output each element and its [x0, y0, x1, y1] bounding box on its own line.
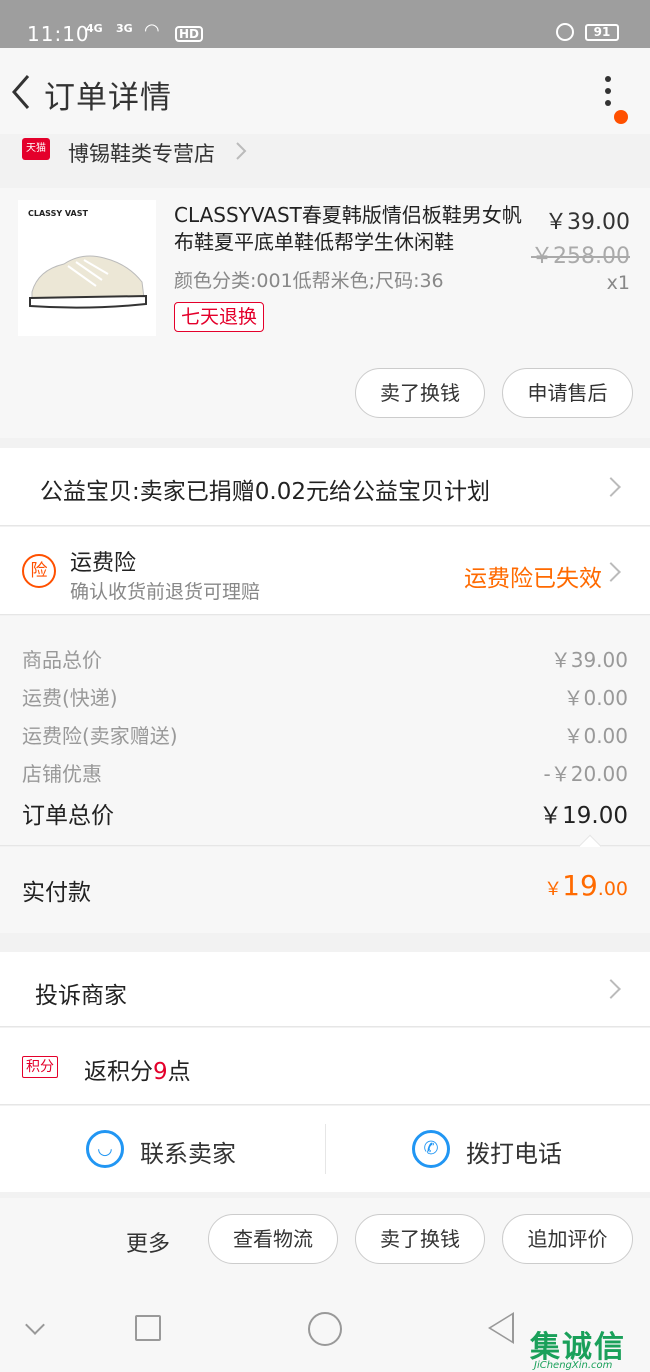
points-text: 返积分9点: [84, 1052, 191, 1086]
price-value: ￥0.00: [563, 686, 628, 710]
paid-decimal: .00: [597, 878, 628, 900]
resell-button[interactable]: 卖了换钱: [355, 1214, 485, 1264]
product-spec: 颜色分类:001低帮米色;尺码:36: [174, 270, 444, 292]
wifi-icon: ◠: [144, 20, 160, 41]
shipping-insurance-row[interactable]: 险 运费险 确认收货前退货可理赔 运费险已失效: [0, 527, 650, 615]
paid-value: ￥19.00: [544, 869, 628, 902]
page-title: 订单详情: [44, 80, 172, 116]
paid-integer: 19: [562, 869, 598, 902]
product-quantity: x1: [606, 272, 630, 294]
price-summary: 商品总价 ￥39.00 运费(快递) ￥0.00 运费险(卖家赠送) ￥0.00…: [0, 616, 650, 858]
product-image[interactable]: CLASSY VAST: [18, 200, 156, 336]
product-price: ￥39.00: [545, 210, 630, 235]
watermark-logo: 集诚信 JiChengXin.com: [530, 1322, 650, 1372]
back-icon[interactable]: [8, 72, 36, 112]
insurance-status: 运费险已失效: [464, 566, 602, 592]
more-menu-icon[interactable]: [598, 72, 618, 112]
order-total-label: 订单总价: [22, 803, 114, 829]
price-label: 商品总价: [22, 648, 102, 672]
complain-label: 投诉商家: [35, 983, 127, 1009]
battery-icon: 91: [585, 24, 619, 41]
chevron-right-icon: [601, 477, 621, 497]
collapse-icon[interactable]: [25, 1315, 45, 1335]
insurance-title: 运费险: [70, 551, 137, 576]
chevron-right-icon: [601, 562, 621, 582]
recents-icon[interactable]: [135, 1315, 161, 1341]
charity-row[interactable]: 公益宝贝:卖家已捐赠0.02元给公益宝贝计划: [0, 448, 650, 526]
contact-seller-label: 联系卖家: [140, 1140, 236, 1168]
more-button[interactable]: 更多: [126, 1226, 170, 1258]
hd-icon: HD: [175, 26, 204, 42]
product-original-price: ￥258.00: [531, 244, 630, 269]
insurance-subtitle: 确认收货前退货可理赔: [70, 581, 261, 603]
signal-4g-icon: 4G: [86, 22, 103, 35]
return-policy-tag: 七天退换: [174, 302, 265, 332]
paid-amount-row: 实付款 ￥19.00: [0, 847, 650, 933]
points-prefix: 返积分: [84, 1059, 153, 1085]
watermark-url: JiChengXin.com: [534, 1360, 613, 1371]
product-brand-label: CLASSY VAST: [28, 209, 88, 218]
after-sale-button[interactable]: 申请售后: [502, 368, 633, 418]
insurance-icon: 险: [22, 554, 56, 588]
chevron-right-icon: [236, 142, 247, 160]
paid-label: 实付款: [22, 880, 91, 906]
order-total-value: ￥19.00: [539, 803, 628, 829]
chat-icon: ◡: [86, 1130, 124, 1168]
shoe-image: [29, 255, 147, 309]
phone-icon: ✆: [412, 1130, 450, 1168]
shop-name[interactable]: 博锡鞋类专营店: [68, 138, 215, 168]
points-suffix: 点: [167, 1059, 191, 1085]
paid-currency: ￥: [544, 879, 563, 900]
signal-3g-icon: 3G: [116, 22, 133, 35]
price-label: 运费险(卖家赠送): [22, 724, 178, 748]
shop-row[interactable]: 天猫 博锡鞋类专营店: [0, 134, 650, 172]
status-bar: 11:10 4G 3G ◠ HD 91: [0, 0, 650, 48]
price-label: 店铺优惠: [22, 762, 102, 786]
price-value: ￥0.00: [563, 724, 628, 748]
product-title[interactable]: CLASSYVAST春夏韩版情侣板鞋男女帆布鞋夏平底单鞋低帮学生休闲鞋: [174, 202, 524, 256]
points-row: 积分 返积分9点: [0, 1028, 650, 1105]
status-time: 11:10: [27, 22, 90, 46]
nav-bar: 订单详情: [0, 48, 650, 134]
chevron-right-icon: [601, 979, 621, 999]
lock-icon: [556, 23, 574, 41]
charity-text: 公益宝贝:卖家已捐赠0.02元给公益宝贝计划: [40, 479, 490, 505]
view-logistics-button[interactable]: 查看物流: [208, 1214, 338, 1264]
product-card: CLASSY VAST CLASSYVAST春夏韩版情侣板鞋男女帆布鞋夏平底单鞋…: [0, 188, 650, 438]
home-icon[interactable]: [308, 1312, 342, 1346]
tmall-badge: 天猫: [22, 138, 50, 160]
price-label: 运费(快递): [22, 686, 118, 710]
complain-row[interactable]: 投诉商家: [0, 952, 650, 1027]
call-phone-label: 拨打电话: [466, 1140, 562, 1168]
points-number: 9: [153, 1059, 168, 1085]
add-review-button[interactable]: 追加评价: [502, 1214, 633, 1264]
price-value: -￥20.00: [543, 762, 628, 786]
notification-dot: [614, 110, 628, 124]
resell-button[interactable]: 卖了换钱: [355, 368, 485, 418]
back-nav-icon[interactable]: [488, 1312, 514, 1344]
points-badge: 积分: [22, 1056, 58, 1078]
contact-row: ◡ 联系卖家 ✆ 拨打电话: [0, 1106, 650, 1192]
bottom-action-bar: 更多 查看物流 卖了换钱 追加评价: [0, 1198, 650, 1284]
contact-seller-button[interactable]: ◡ 联系卖家: [0, 1106, 325, 1192]
call-phone-button[interactable]: ✆ 拨打电话: [326, 1106, 650, 1192]
price-value: ￥39.00: [550, 648, 628, 672]
